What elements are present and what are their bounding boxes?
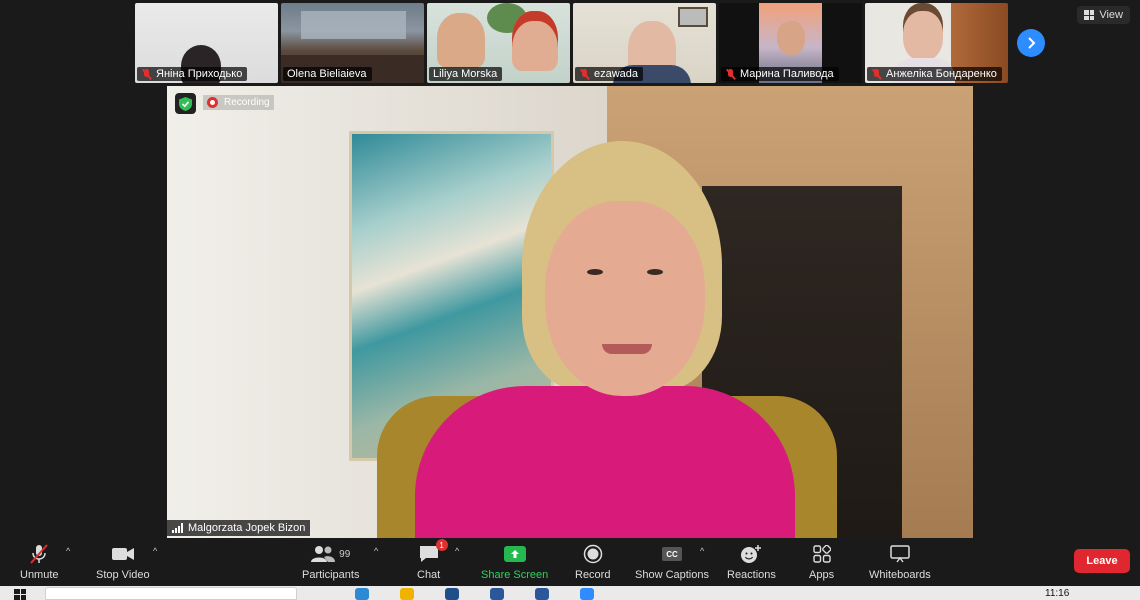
participant-name-tag: ezawada	[575, 67, 644, 81]
participant-name-tag: Анжеліка Бондаренко	[867, 67, 1002, 81]
apps-grid-icon	[812, 545, 831, 563]
stop-video-button[interactable]: Stop Video	[96, 543, 150, 581]
chat-label: Chat	[417, 569, 441, 581]
word-icon[interactable]	[535, 588, 549, 600]
mic-muted-icon	[579, 68, 590, 80]
participant-tile[interactable]: ezawada	[573, 3, 716, 83]
taskbar-app-icon[interactable]	[490, 588, 504, 600]
leave-button[interactable]: Leave	[1074, 549, 1130, 573]
zoom-icon[interactable]	[580, 588, 594, 600]
grid-view-icon	[1084, 10, 1095, 20]
participant-name-tag: Яніна Приходько	[137, 67, 248, 81]
recording-label: Recording	[224, 97, 270, 108]
share-screen-icon	[503, 546, 526, 562]
taskbar-app-icon[interactable]	[445, 588, 459, 600]
mic-muted-icon	[725, 68, 736, 80]
taskbar-search-box[interactable]	[45, 587, 297, 600]
chat-unread-badge: 1	[435, 539, 448, 551]
participants-icon	[311, 546, 336, 562]
mic-muted-icon	[871, 68, 882, 80]
share-screen-label: Share Screen	[481, 569, 549, 581]
whiteboard-icon	[890, 545, 910, 563]
taskbar-clock[interactable]: 11:16	[1045, 588, 1069, 599]
file-explorer-icon[interactable]	[400, 588, 414, 600]
encryption-shield-icon[interactable]	[175, 93, 196, 114]
gallery-strip: Яніна Приходько Olena Bieliaieva Liliya …	[135, 3, 1008, 83]
gallery-next-button[interactable]	[1017, 29, 1045, 57]
participant-name: Яніна Приходько	[156, 68, 243, 80]
view-label: View	[1099, 9, 1123, 21]
whiteboards-label: Whiteboards	[869, 569, 931, 581]
unmute-button[interactable]: Unmute	[20, 543, 59, 581]
participant-tile[interactable]: Анжеліка Бондаренко	[865, 3, 1008, 83]
show-captions-button[interactable]: CC Show Captions	[635, 543, 709, 581]
reactions-label: Reactions	[727, 569, 776, 581]
participant-tile[interactable]: Liliya Morska	[427, 3, 570, 83]
stop-video-label: Stop Video	[96, 569, 150, 581]
edge-browser-icon[interactable]	[355, 588, 369, 600]
record-dot-icon	[207, 97, 218, 108]
unmute-label: Unmute	[20, 569, 59, 581]
reactions-button[interactable]: Reactions	[727, 543, 776, 581]
record-label: Record	[575, 569, 611, 581]
participant-name-tag: Liliya Morska	[429, 67, 503, 81]
active-speaker-video[interactable]	[167, 86, 973, 538]
participant-name: Liliya Morska	[433, 68, 498, 80]
participants-button[interactable]: 99 Participants	[302, 543, 359, 581]
participant-name-tag: Марина Паливода	[721, 67, 839, 81]
chat-button[interactable]: 1 Chat	[417, 539, 448, 581]
recording-indicator[interactable]: Recording	[203, 95, 274, 110]
participants-options-caret-icon[interactable]: ^	[374, 546, 378, 556]
speaker-name-tag: Malgorzata Jopek Bizon	[167, 520, 311, 536]
captions-options-caret-icon[interactable]: ^	[700, 546, 704, 556]
show-captions-label: Show Captions	[635, 569, 709, 581]
participant-name: Марина Паливода	[740, 68, 834, 80]
apps-button[interactable]: Apps	[809, 543, 834, 581]
signal-strength-icon	[172, 523, 183, 533]
participant-tile[interactable]: Olena Bieliaieva	[281, 3, 424, 83]
meeting-toolbar: Unmute ^ Stop Video ^ 99 Participants ^ …	[0, 538, 1140, 586]
closed-captions-icon: CC	[662, 547, 682, 561]
windows-start-icon[interactable]	[14, 589, 26, 600]
chat-options-caret-icon[interactable]: ^	[455, 546, 459, 556]
record-icon	[583, 544, 602, 564]
participant-tile[interactable]: Марина Паливода	[719, 3, 862, 83]
os-taskbar: 11:16	[0, 586, 1140, 600]
speaker-name: Malgorzata Jopek Bizon	[188, 522, 306, 534]
participant-name: ezawada	[594, 68, 639, 80]
participant-name: Olena Bieliaieva	[287, 68, 367, 80]
view-button[interactable]: View	[1077, 6, 1130, 24]
participants-count: 99	[339, 548, 351, 560]
video-options-caret-icon[interactable]: ^	[153, 546, 157, 556]
participant-tile[interactable]: Яніна Приходько	[135, 3, 278, 83]
audio-options-caret-icon[interactable]: ^	[66, 546, 70, 556]
microphone-muted-icon	[28, 543, 50, 565]
apps-label: Apps	[809, 569, 835, 581]
whiteboards-button[interactable]: Whiteboards	[869, 543, 931, 581]
video-camera-icon	[111, 543, 135, 565]
mic-muted-icon	[141, 68, 152, 80]
record-button[interactable]: Record	[575, 543, 610, 581]
smiley-plus-icon	[741, 545, 762, 563]
share-screen-button[interactable]: Share Screen	[481, 543, 548, 581]
participant-name: Анжеліка Бондаренко	[886, 68, 997, 80]
participants-label: Participants	[302, 569, 360, 581]
participant-name-tag: Olena Bieliaieva	[283, 67, 372, 81]
chevron-right-icon	[1028, 37, 1036, 49]
